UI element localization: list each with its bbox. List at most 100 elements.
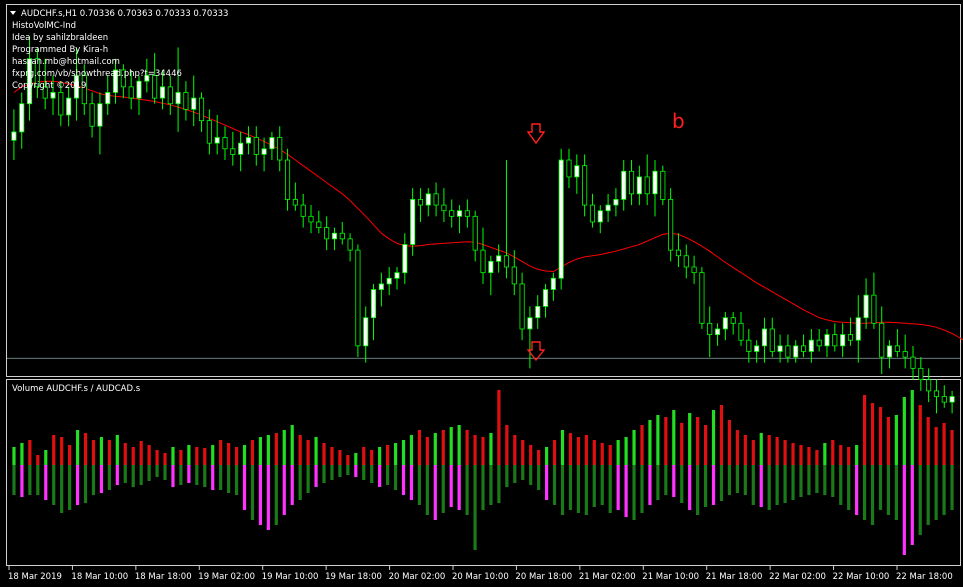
volume-bar-up — [656, 415, 660, 465]
volume-bar-down — [672, 465, 676, 497]
candle-body — [206, 120, 212, 144]
volume-bar-up — [878, 407, 883, 465]
candle-body — [480, 249, 486, 274]
volume-bar-up — [107, 440, 111, 465]
volume-bar-down — [378, 465, 382, 487]
time-axis-label: 18 Mar 10:00 — [71, 572, 128, 582]
volume-bar-down — [393, 465, 398, 490]
volume-bar-up — [560, 430, 565, 465]
candle-body — [191, 97, 197, 110]
volume-bar-down — [139, 465, 143, 485]
candle-body — [324, 227, 330, 240]
candle-body — [847, 334, 854, 341]
volume-bar-up — [473, 435, 477, 465]
volume-bar-down — [306, 465, 310, 493]
volume-bar-up — [306, 440, 310, 465]
candle-body — [261, 148, 267, 155]
volume-bar-down — [910, 465, 914, 545]
candle-body — [511, 266, 517, 285]
volume-bar-down — [719, 465, 724, 501]
volume-bar-down — [950, 465, 954, 510]
candle-body — [918, 367, 924, 381]
volume-bar-up — [203, 448, 207, 465]
volume-bar-up — [894, 415, 898, 465]
volume-bar-up — [433, 433, 437, 465]
volume-bar-down — [425, 465, 429, 515]
candle-body — [738, 322, 744, 341]
volume-bar-down — [274, 465, 278, 525]
volume-bar-up — [211, 445, 215, 465]
volume-bar-down — [680, 465, 684, 503]
volume-bar-down — [227, 465, 231, 493]
candle-body — [269, 137, 275, 150]
candle-body — [503, 255, 510, 268]
volume-bar-up — [926, 417, 930, 465]
volume-bar-up — [378, 447, 382, 465]
volume-bar-up — [298, 435, 302, 465]
volume-bar-up — [266, 435, 270, 465]
candle-body — [97, 103, 103, 127]
candle-body — [589, 204, 596, 223]
candle-body — [754, 345, 760, 352]
volume-bar-up — [36, 455, 40, 465]
volume-bar-up — [60, 437, 64, 465]
volume-bar-down — [592, 465, 596, 507]
volume-bar-up — [274, 433, 278, 465]
volume-bar-down — [521, 465, 525, 480]
volume-bar-up — [767, 435, 771, 465]
volume-bar-down — [870, 465, 875, 525]
volume-bar-up — [529, 445, 533, 465]
volume-bar-down — [664, 465, 668, 495]
volume-bar-up — [409, 435, 414, 465]
volume-bar-up — [513, 435, 517, 465]
time-axis-label: 22 Mar 10:00 — [833, 572, 890, 582]
volume-bar-up — [44, 450, 48, 465]
volume-bar-down — [847, 465, 851, 510]
volume-bar-up — [870, 403, 875, 465]
volume-bar-up — [83, 433, 88, 465]
volume-bar-down — [409, 465, 414, 500]
volume-bar-up — [163, 453, 167, 465]
volume-bar-down — [28, 465, 32, 495]
volume-bar-up — [171, 447, 175, 465]
volume-bar-down — [942, 465, 946, 515]
volume-bar-up — [576, 437, 580, 465]
time-axis-label: 18 Mar 2019 — [8, 572, 62, 582]
volume-bar-up — [791, 443, 795, 465]
volume-bar-down — [147, 465, 151, 481]
volume-bar-up — [672, 410, 676, 465]
volume-bar-up — [934, 427, 938, 465]
volume-bar-down — [449, 465, 453, 507]
volume-bar-down — [314, 465, 318, 487]
volume-bar-down — [886, 465, 891, 515]
volume-bar-down — [711, 465, 716, 505]
volume-bar-up — [401, 440, 406, 465]
volume-bar-up — [608, 445, 612, 465]
candle-body — [449, 210, 455, 217]
volume-bar-up — [75, 430, 80, 465]
volume-bar-up — [942, 423, 946, 465]
volume-bar-up — [465, 430, 469, 465]
volume-bar-up — [314, 437, 318, 465]
volume-bar-down — [862, 465, 867, 520]
volume-bar-down — [616, 465, 620, 510]
volume-bar-up — [775, 437, 779, 465]
candle-body — [238, 142, 244, 155]
volume-bar-down — [465, 465, 469, 515]
volume-bar-up — [544, 447, 549, 465]
volume-bar-down — [791, 465, 795, 500]
candle-body — [722, 317, 728, 330]
volume-bar-up — [783, 440, 787, 465]
candle-body — [707, 322, 713, 335]
volume-bar-down — [513, 465, 517, 483]
candle-body — [597, 210, 603, 223]
volume-bar-down — [552, 465, 557, 505]
volume-bar-up — [886, 417, 891, 465]
volume-bar-down — [115, 465, 119, 485]
candle-body — [355, 249, 361, 347]
candle-body — [58, 92, 64, 116]
volume-bar-down — [338, 465, 342, 477]
volume-bar-up — [227, 443, 231, 465]
volume-bar-up — [12, 447, 16, 465]
candle-body — [456, 210, 463, 217]
